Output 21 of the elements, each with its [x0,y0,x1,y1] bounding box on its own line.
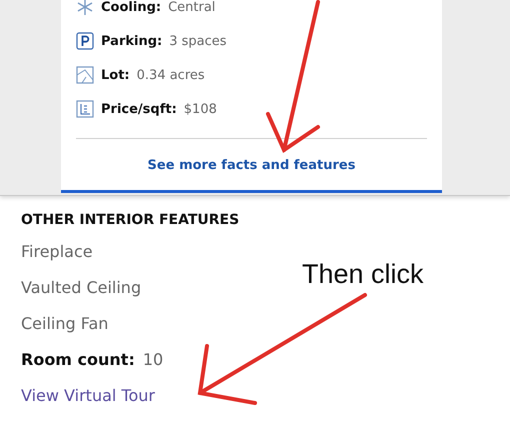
fact-value: Central [168,0,216,14]
feature-item: Fireplace [21,242,93,263]
room-count-label: Room count: [21,350,135,371]
fact-value: 0.34 acres [136,68,205,82]
feature-item: Vaulted Ceiling [21,278,142,299]
lot-icon [76,66,94,84]
fact-value: $108 [184,102,217,116]
parking-icon [76,32,94,50]
section-heading: OTHER INTERIOR FEATURES [21,212,240,228]
virtual-tour-link[interactable]: View Virtual Tour [21,386,155,405]
fact-label: Lot: [101,68,130,82]
fact-value: 3 spaces [169,34,227,48]
price-tag-icon [76,100,94,118]
feature-item: Ceiling Fan [21,314,108,335]
fact-label: Parking: [101,34,162,48]
see-more-link[interactable]: See more facts and features [148,158,356,173]
room-count-value: 10 [142,350,164,371]
fact-label: Cooling: [101,0,162,14]
fact-label: Price/sqft: [101,102,177,116]
snowflake-icon [76,0,94,16]
annotation-text: Then click [302,259,424,290]
